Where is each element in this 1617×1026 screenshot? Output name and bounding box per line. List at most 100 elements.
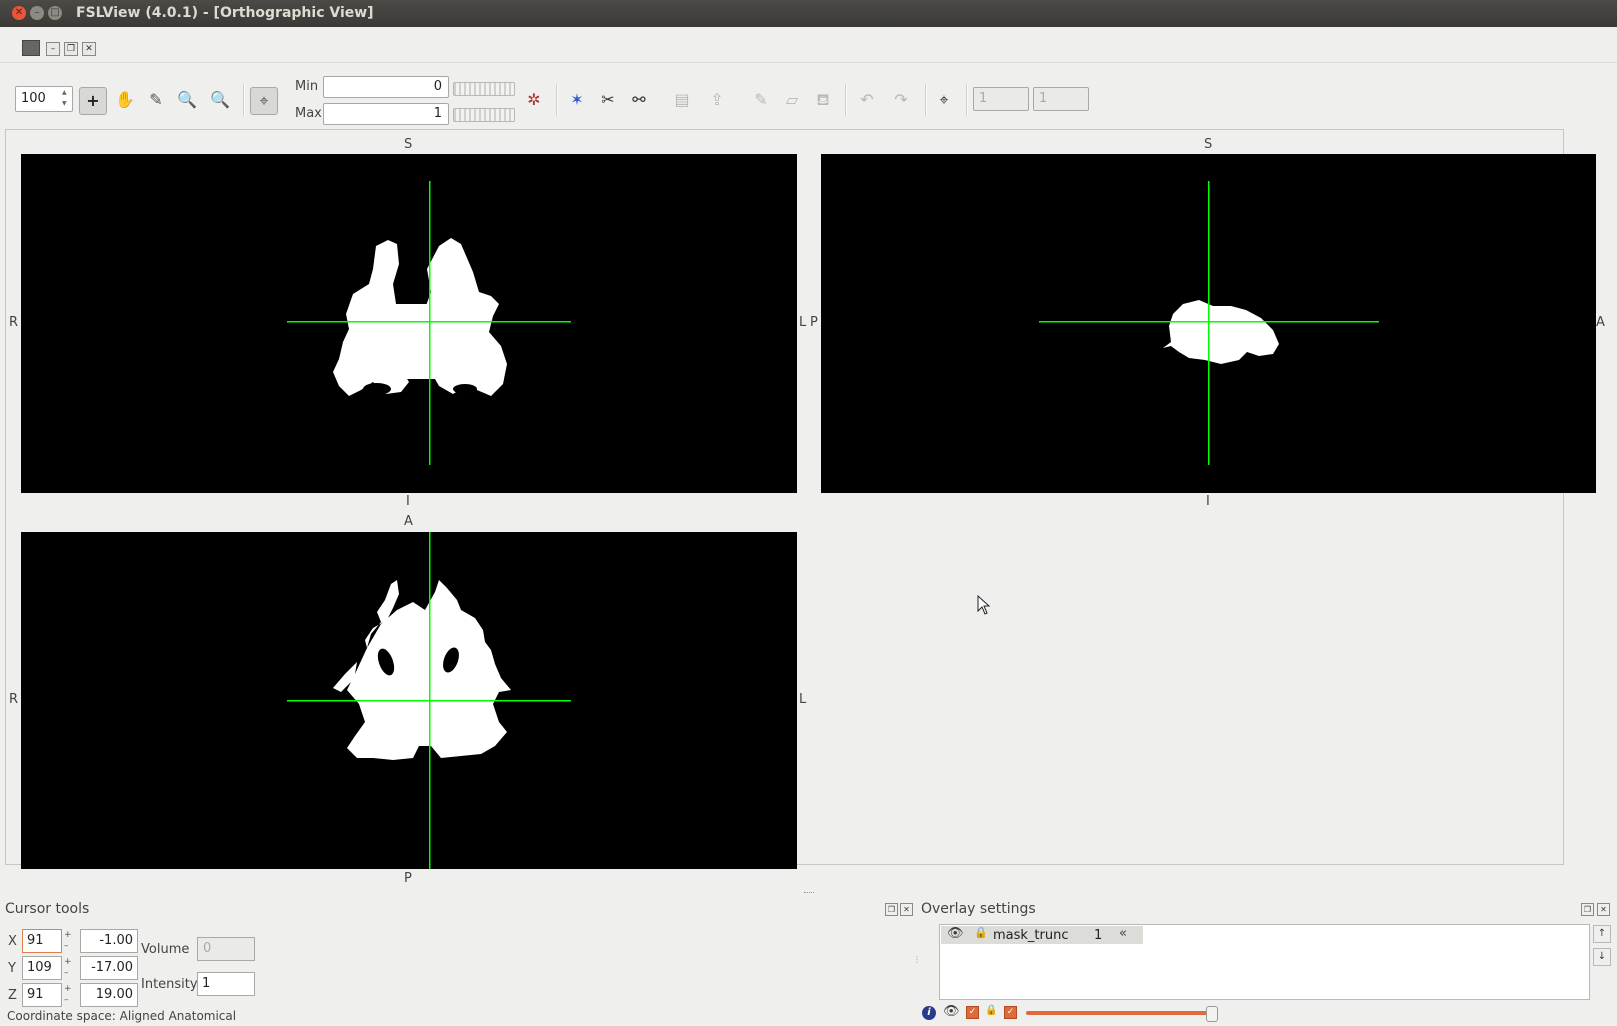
zoom-magnifier-icon[interactable]: 🔍 [174,87,200,113]
overlay-layer-list[interactable]: 👁 🔒 mask_trunc 1 « [939,924,1590,1000]
cursor-tools-float-button[interactable]: ❐ [885,903,898,916]
sagittal-left-label: P [810,315,818,330]
zoom-spinbox[interactable]: 100 ▲ ▼ [15,86,73,112]
zoom-reset-icon[interactable]: 🔍 [207,87,233,113]
layer-expand-icon[interactable]: « [1119,926,1127,941]
crosshair-toggle-button[interactable]: ⌖ [250,87,278,115]
max-field[interactable]: 1 [323,103,449,125]
pen-size-value: 1 [1039,91,1048,106]
cursor-tools-close-button[interactable]: ✕ [900,903,913,916]
sagittal-bottom-label: I [1206,494,1210,509]
y-mm-field[interactable]: -17.00 [80,956,138,980]
y-mm-value: -17.00 [91,960,133,975]
overlay-float-button[interactable]: ❐ [1581,903,1594,916]
y-label: Y [8,961,16,976]
layer-row[interactable]: 👁 🔒 mask_trunc 1 « [941,926,1143,944]
overlay-close-button[interactable]: ✕ [1597,903,1610,916]
cursor-mode-button[interactable]: + [79,87,107,115]
z-increment-icon[interactable]: + [64,984,72,994]
coordinate-space-text: Coordinate space: Aligned Anatomical [7,1009,237,1023]
close-window-button[interactable]: ✕ [12,6,26,20]
info-icon[interactable]: i [922,1006,936,1020]
pencil-annotate-icon[interactable]: ✎ [143,87,169,113]
opacity-slider-handle[interactable] [1206,1006,1219,1022]
x-voxel-field[interactable]: 91 [22,929,62,953]
min-label: Min [295,79,319,94]
mdi-minimize-button[interactable]: – [46,42,60,56]
splitter-handle[interactable] [804,892,814,896]
layer-index: 1 [1094,928,1103,943]
axial-crosshair-vertical [429,532,431,869]
pan-hand-icon[interactable]: ✋ [112,87,138,113]
film-icon[interactable]: ▤ [669,87,695,113]
coronal-slice-image [287,181,571,465]
binoculars-icon[interactable]: ⚯ [626,87,652,113]
z-voxel-field[interactable]: 91 [22,983,62,1007]
volume-spinbox[interactable]: 0 [197,937,255,961]
layer-move-down-button[interactable]: ↓ [1593,948,1611,966]
center-cursor-icon[interactable]: ⌖ [931,87,957,113]
sagittal-top-label: S [1204,137,1213,152]
y-voxel-field[interactable]: 109 [22,956,62,980]
y-increment-icon[interactable]: + [64,957,72,967]
axial-top-label: A [404,514,413,529]
axial-left-label: R [9,692,19,707]
z-decrement-icon[interactable]: – [64,995,69,1005]
overlay-lock-icon[interactable]: 🔒 [985,1005,997,1016]
toolbar-divider [0,62,1617,63]
y-decrement-icon[interactable]: – [64,968,69,978]
pen-size-spinbox[interactable]: 1 [1033,87,1089,111]
fill-bucket-icon[interactable]: ⛾ [810,87,836,113]
z-mm-field[interactable]: 19.00 [80,983,138,1007]
overlay-drag-handle[interactable]: ⋮ [913,955,921,964]
overlay-lock-checkbox[interactable]: ✓ [1004,1006,1017,1019]
label-value-spinbox[interactable]: 1 [973,87,1029,111]
intensity-field: 1 [197,972,255,996]
overlay-visibility-eye-icon[interactable]: 👁 [943,1004,960,1019]
cursor-link-icon[interactable]: ✶ [564,87,590,113]
minimize-window-button[interactable]: – [30,6,44,20]
bricon-reset-icon[interactable]: ✲ [521,87,547,113]
axial-mask-shape [333,580,511,760]
coronal-right-label: L [799,315,807,330]
max-label: Max [295,106,322,121]
eraser-icon[interactable]: ▱ [779,87,805,113]
min-field[interactable]: 0 [323,76,449,98]
z-label: Z [8,988,17,1003]
coronal-crosshair-vertical [429,181,431,465]
x-decrement-icon[interactable]: – [64,941,69,951]
sagittal-view[interactable] [821,154,1596,493]
max-slider[interactable] [453,108,515,122]
undo-history-icon[interactable]: ⇪ [704,87,730,113]
x-mm-value: -1.00 [99,933,133,948]
axial-slice-image [287,532,571,869]
mdi-restore-button[interactable]: ❐ [64,42,78,56]
sagittal-mask-shape [1163,300,1279,364]
sagittal-crosshair-vertical [1208,181,1210,465]
maximize-window-button[interactable]: □ [48,6,62,20]
overlay-visible-checkbox[interactable]: ✓ [966,1006,979,1019]
coronal-view[interactable] [21,154,797,493]
layer-visibility-eye-icon[interactable]: 👁 [947,926,964,941]
x-mm-field[interactable]: -1.00 [80,929,138,953]
min-slider[interactable] [453,82,515,96]
coronal-left-label: R [9,315,19,330]
zoom-down-icon[interactable]: ▼ [62,100,70,108]
zoom-up-icon[interactable]: ▲ [62,89,70,97]
mdi-close-button[interactable]: ✕ [82,42,96,56]
pen-draw-icon[interactable]: ✎ [748,87,774,113]
undo-icon[interactable]: ↶ [854,87,880,113]
intensity-label: Intensity [141,977,198,992]
cursor-tools-title: Cursor tools [5,901,90,917]
coronal-bottom-label: I [406,494,410,509]
volume-label: Volume [141,942,190,957]
layer-lock-icon[interactable]: 🔒 [974,926,988,939]
axial-view[interactable] [21,532,797,869]
app-menu-icon[interactable] [22,40,40,56]
layer-move-up-button[interactable]: ↑ [1593,925,1611,943]
x-increment-icon[interactable]: + [64,930,72,940]
axial-bottom-label: P [404,871,412,886]
scissors-icon[interactable]: ✂ [595,87,621,113]
opacity-slider-track[interactable] [1026,1006,1219,1022]
redo-icon[interactable]: ↷ [888,87,914,113]
